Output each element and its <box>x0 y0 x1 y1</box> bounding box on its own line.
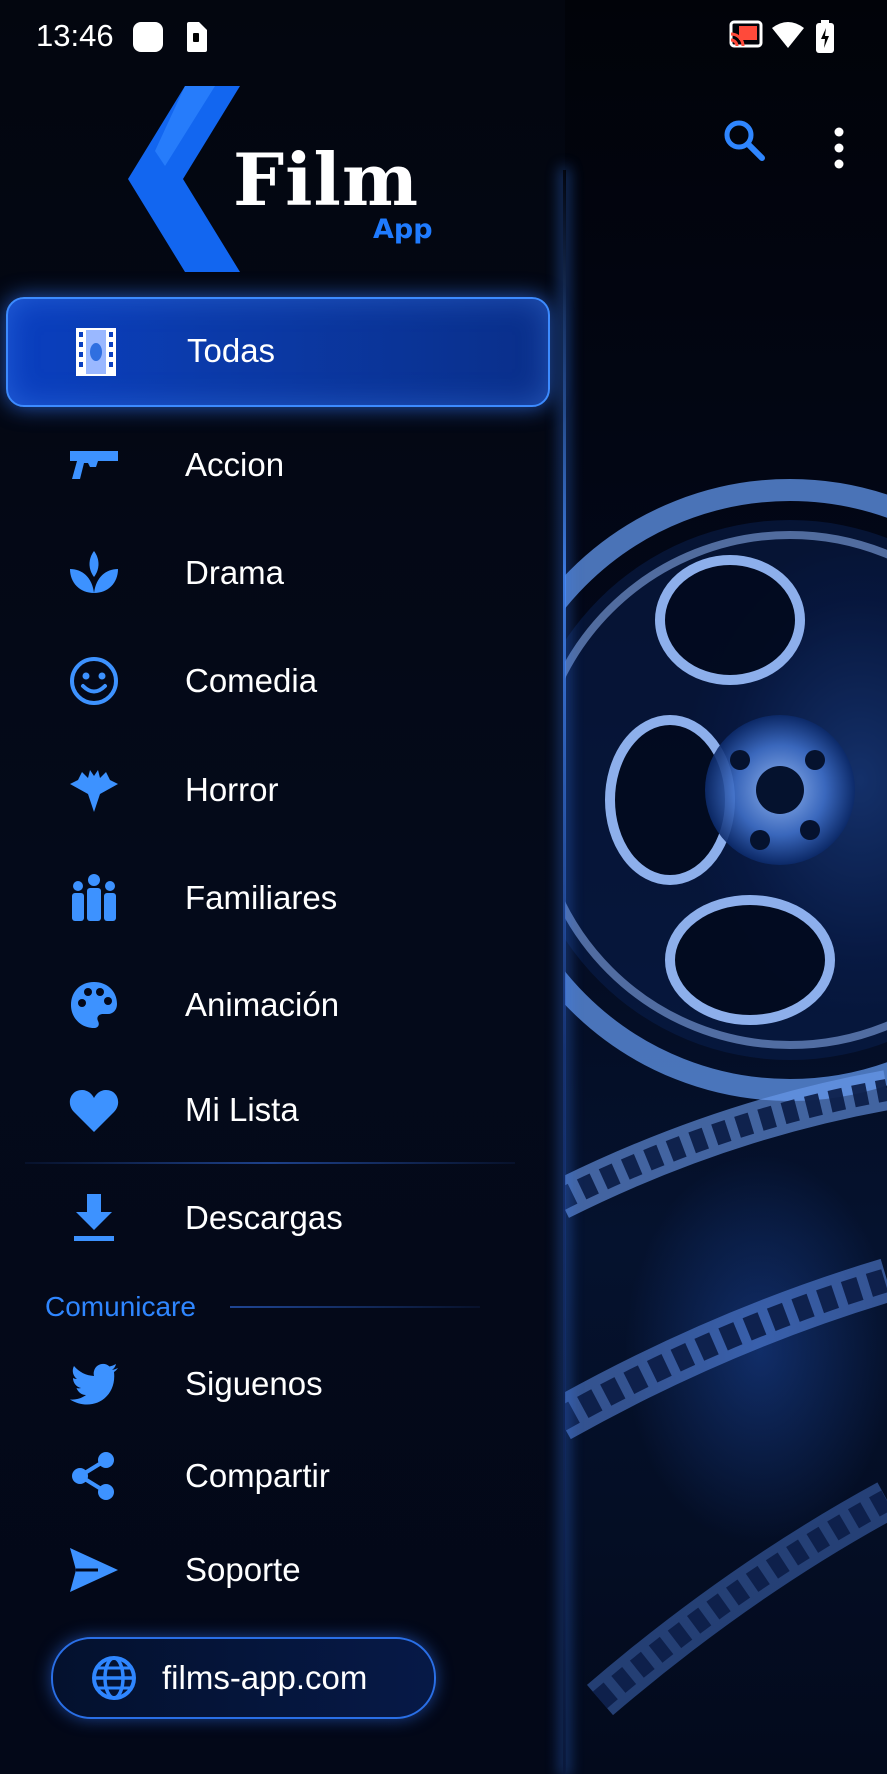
logo-chevron-icon <box>128 86 240 272</box>
section-title-comunicare: Comunicare <box>45 1291 196 1322</box>
battery-icon <box>815 20 835 59</box>
more-vert-icon <box>834 127 844 169</box>
pistol-icon <box>68 439 120 491</box>
app-logo: Film App <box>125 86 445 272</box>
smiley-icon <box>68 655 120 707</box>
family-icon <box>68 872 120 924</box>
drawer-item-animacion[interactable]: Animación <box>6 952 546 1058</box>
sim-lock-icon <box>183 20 209 59</box>
download-icon <box>68 1192 120 1244</box>
drawer-item-todas[interactable]: Todas <box>6 297 550 407</box>
search-button[interactable] <box>722 118 766 167</box>
background-film-reel-image <box>560 0 887 1774</box>
twitter-icon <box>68 1358 120 1410</box>
drawer-item-label: Compartir <box>185 1457 330 1494</box>
palette-icon <box>68 979 120 1031</box>
drawer-item-mi-lista[interactable]: Mi Lista <box>6 1057 546 1163</box>
cast-icon <box>729 20 763 55</box>
drawer-item-siguenos[interactable]: Siguenos <box>6 1331 546 1437</box>
drawer-glow-edge <box>563 170 566 1774</box>
globe-icon <box>91 1655 137 1701</box>
drawer-item-label: Descargas <box>185 1199 343 1236</box>
drawer-item-label: Todas <box>187 332 276 369</box>
drawer-item-drama[interactable]: Drama <box>6 520 546 626</box>
drawer-item-soporte[interactable]: Soporte <box>6 1517 546 1623</box>
drawer-item-compartir[interactable]: Compartir <box>6 1423 546 1529</box>
drawer-item-label: Comedia <box>185 662 318 699</box>
drawer-item-label: Animación <box>185 986 340 1023</box>
section-divider <box>230 1306 480 1308</box>
drawer-item-familiares[interactable]: Familiares <box>6 845 546 951</box>
send-icon <box>68 1544 120 1596</box>
drawer-item-comedia[interactable]: Comedia <box>6 628 546 734</box>
drawer-item-label: Horror <box>185 771 279 808</box>
drawer-item-label: Soporte <box>185 1551 301 1588</box>
heart-icon <box>68 1084 120 1136</box>
wifi-icon <box>771 20 805 55</box>
drawer-item-label: Familiares <box>185 879 338 916</box>
lotus-icon <box>68 547 120 599</box>
drawer-item-label: Siguenos <box>185 1365 323 1402</box>
more-options-button[interactable] <box>830 126 848 175</box>
bat-icon <box>68 764 120 816</box>
drawer-item-label: Drama <box>185 554 285 591</box>
drawer-item-label: Accion <box>185 446 285 483</box>
drawer-item-horror[interactable]: Horror <box>6 737 546 843</box>
status-bar: 13:46 <box>0 0 887 76</box>
website-label: films-app.com <box>162 1659 368 1696</box>
drawer-item-label: Mi Lista <box>185 1091 299 1128</box>
drawer-item-accion[interactable]: Accion <box>6 412 546 518</box>
status-time: 13:46 <box>36 18 114 53</box>
search-icon <box>724 120 765 161</box>
notification-square-icon <box>131 20 165 59</box>
logo-subtitle: App <box>373 214 433 245</box>
share-icon <box>68 1450 120 1502</box>
logo-title: Film <box>233 137 420 222</box>
website-link-button[interactable]: films-app.com <box>51 1637 436 1719</box>
film-strip-icon <box>70 326 122 378</box>
drawer-divider <box>25 1162 515 1164</box>
drawer-item-descargas[interactable]: Descargas <box>6 1165 546 1271</box>
